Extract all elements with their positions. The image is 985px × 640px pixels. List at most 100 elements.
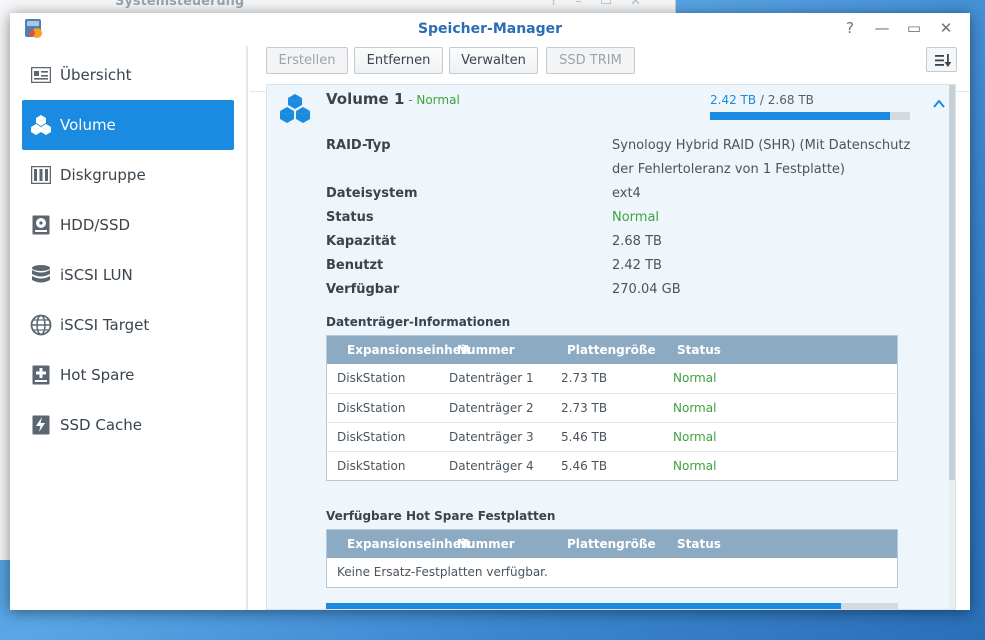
volume-name: Volume 1 — [326, 90, 405, 108]
collapse-chevron-icon[interactable] — [932, 97, 946, 111]
column-header[interactable]: Plattengröße — [567, 343, 656, 357]
volume-panel: Volume 1 - Normal 2.42 TB / 2.68 TB RAID… — [266, 84, 956, 610]
globe-icon — [30, 314, 52, 336]
title-bar[interactable]: Speicher-Manager ? — ▭ ✕ — [10, 13, 970, 46]
next-volume-bar-fill — [326, 603, 841, 609]
volume-usage-slash: / — [756, 93, 768, 107]
cell-unit: DiskStation — [337, 459, 406, 473]
cell-size: 5.46 TB — [561, 430, 608, 444]
cell-number: Datenträger 2 — [449, 401, 534, 415]
remove-button[interactable]: Entfernen — [354, 47, 443, 74]
property-value: 2.42 TB — [612, 258, 662, 273]
table-header: Expansionseinheit Nummer Plattengröße St… — [327, 530, 897, 558]
overview-icon — [30, 64, 52, 86]
column-header[interactable]: Nummer — [457, 343, 515, 357]
empty-row: Keine Ersatz-Festplatten verfügbar. — [327, 558, 897, 587]
scrollbar[interactable] — [949, 85, 955, 609]
cell-size: 2.73 TB — [561, 401, 608, 415]
property-value: Synology Hybrid RAID (SHR) (Mit Datensch… — [612, 138, 911, 177]
storage-manager-window: Speicher-Manager ? — ▭ ✕ Übersicht Volum… — [10, 13, 970, 610]
sidebar-item-label: Hot Spare — [60, 366, 135, 384]
sidebar-item-iscsi-lun[interactable]: iSCSI LUN — [22, 250, 234, 300]
help-button[interactable]: ? — [840, 19, 860, 37]
background-window-title: Systemsteuerung — [115, 0, 245, 9]
property-key: Status — [326, 210, 374, 225]
volume-title: Volume 1 - Normal — [326, 90, 460, 108]
sidebar-item-label: Diskgruppe — [60, 166, 146, 184]
cell-number: Datenträger 4 — [449, 459, 534, 473]
property-key: Dateisystem — [326, 186, 418, 201]
manage-button[interactable]: Verwalten — [449, 47, 538, 74]
column-header[interactable]: Status — [677, 537, 721, 551]
column-header[interactable]: Status — [677, 343, 721, 357]
cell-status: Normal — [673, 371, 717, 385]
sidebar-item-label: Übersicht — [60, 66, 132, 84]
ssd-cache-icon — [30, 414, 52, 436]
next-volume-bar — [326, 603, 898, 609]
hot-spare-icon — [30, 364, 52, 386]
sidebar: Übersicht Volume Diskgruppe HDD/SSD iSCS… — [10, 46, 248, 610]
table-header: Expansionseinheit Nummer Plattengröße St… — [327, 336, 897, 364]
main-content: Erstellen Entfernen Verwalten SSD TRIM V… — [250, 46, 970, 610]
create-button[interactable]: Erstellen — [266, 47, 348, 74]
diskgroup-icon — [30, 164, 52, 186]
property-value: Normal — [612, 210, 660, 225]
volume-usage: 2.42 TB / 2.68 TB — [710, 93, 814, 107]
sidebar-item-iscsi-target[interactable]: iSCSI Target — [22, 300, 234, 350]
sidebar-item-overview[interactable]: Übersicht — [22, 50, 234, 100]
property-key: RAID-Typ — [326, 138, 391, 153]
property-key: Kapazität — [326, 234, 397, 249]
table-row[interactable]: DiskStation Datenträger 1 2.73 TB Normal — [327, 364, 897, 393]
property-key: Benutzt — [326, 258, 384, 273]
close-button[interactable]: ✕ — [936, 19, 956, 37]
property-value: 270.04 GB — [612, 282, 681, 297]
volume-cubes-icon — [280, 94, 310, 123]
column-header[interactable]: Expansionseinheit — [347, 343, 471, 357]
sidebar-item-volume[interactable]: Volume — [22, 100, 234, 150]
volume-usage-bar-fill — [710, 112, 890, 120]
sort-icon — [935, 54, 952, 67]
sidebar-item-label: Volume — [60, 116, 116, 134]
minimize-button[interactable]: — — [872, 19, 892, 37]
sidebar-item-hot-spare[interactable]: Hot Spare — [22, 350, 234, 400]
sidebar-item-diskgroup[interactable]: Diskgruppe — [22, 150, 234, 200]
column-header[interactable]: Expansionseinheit — [347, 537, 471, 551]
maximize-button[interactable]: ▭ — [904, 19, 924, 37]
volume-usage-bar — [710, 112, 910, 120]
scrollbar-thumb[interactable] — [949, 85, 955, 480]
sidebar-item-label: iSCSI Target — [60, 316, 150, 334]
volume-used: 2.42 TB — [710, 93, 757, 107]
table-row[interactable]: DiskStation Datenträger 4 5.46 TB Normal — [327, 451, 897, 480]
cell-unit: DiskStation — [337, 401, 406, 415]
cell-status: Normal — [673, 459, 717, 473]
property-value: ext4 — [612, 186, 641, 201]
hdd-icon — [30, 214, 52, 236]
cell-unit: DiskStation — [337, 430, 406, 444]
hot-spare-title: Verfügbare Hot Spare Festplatten — [326, 509, 556, 523]
hot-spare-table: Expansionseinheit Nummer Plattengröße St… — [326, 529, 898, 588]
volume-status: Normal — [416, 93, 460, 107]
sidebar-item-ssd-cache[interactable]: SSD Cache — [22, 400, 234, 450]
cell-status: Normal — [673, 401, 717, 415]
sort-button[interactable] — [926, 47, 957, 72]
ssd-trim-button[interactable]: SSD TRIM — [546, 47, 635, 74]
volume-status-sep: - — [404, 93, 417, 107]
sidebar-item-hdd-ssd[interactable]: HDD/SSD — [22, 200, 234, 250]
cell-number: Datenträger 3 — [449, 430, 534, 444]
cell-status: Normal — [673, 430, 717, 444]
table-row[interactable]: DiskStation Datenträger 3 5.46 TB Normal — [327, 422, 897, 451]
property-key: Verfügbar — [326, 282, 400, 297]
disk-info-title: Datenträger-Informationen — [326, 315, 511, 329]
cell-size: 5.46 TB — [561, 459, 608, 473]
cell-number: Datenträger 1 — [449, 371, 534, 385]
column-header[interactable]: Nummer — [457, 537, 515, 551]
cell-size: 2.73 TB — [561, 371, 608, 385]
sidebar-item-label: SSD Cache — [60, 416, 143, 434]
empty-message: Keine Ersatz-Festplatten verfügbar. — [337, 565, 548, 579]
table-row[interactable]: DiskStation Datenträger 2 2.73 TB Normal — [327, 393, 897, 422]
cell-unit: DiskStation — [337, 371, 406, 385]
column-header[interactable]: Plattengröße — [567, 537, 656, 551]
sidebar-item-label: HDD/SSD — [60, 216, 131, 234]
sidebar-item-label: iSCSI LUN — [60, 266, 133, 284]
property-value: 2.68 TB — [612, 234, 662, 249]
